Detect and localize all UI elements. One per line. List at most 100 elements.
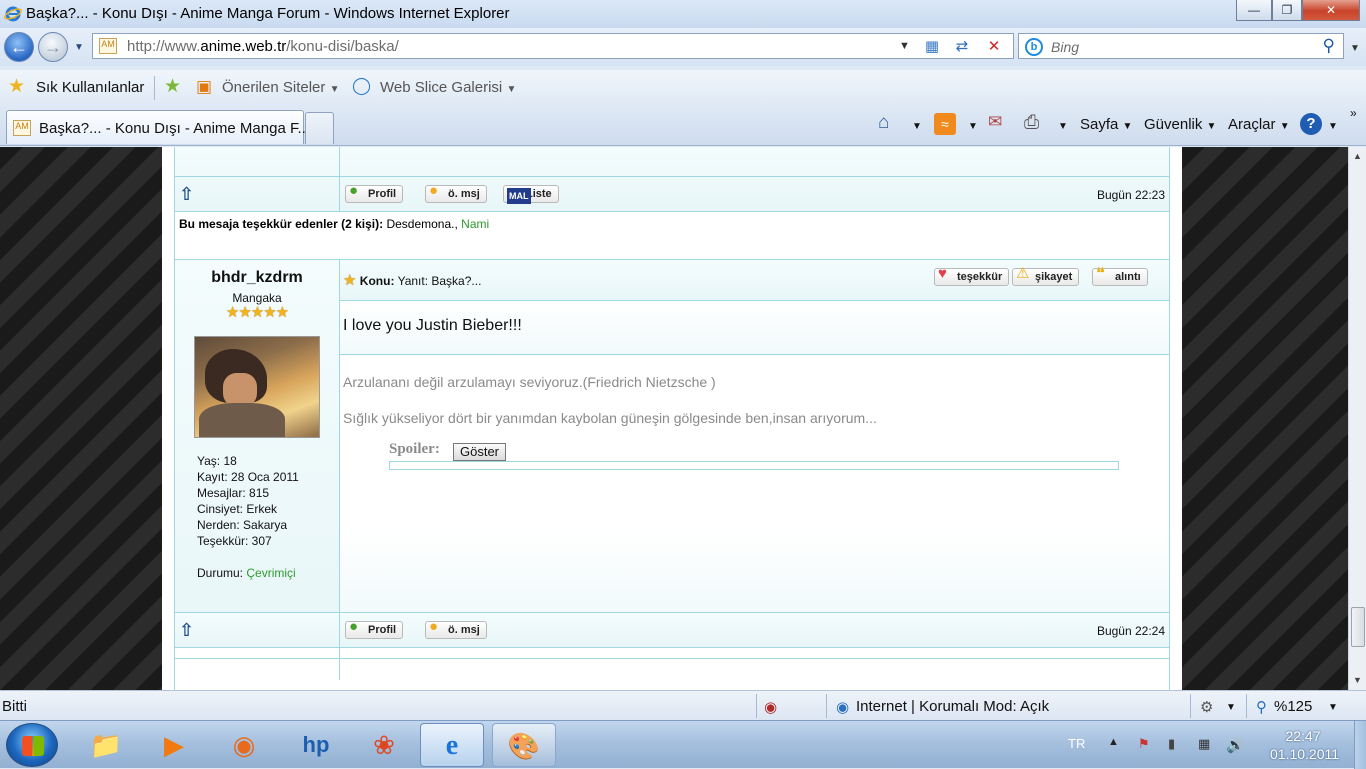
back-button[interactable]: ← (4, 32, 34, 62)
scroll-up-icon[interactable]: ▲ (1353, 151, 1362, 161)
scroll-down-icon[interactable]: ▼ (1353, 675, 1362, 685)
read-mail-icon[interactable]: ✉ (988, 112, 1002, 132)
compatibility-view-icon[interactable]: ▦ (919, 37, 945, 57)
page-content[interactable]: ⇧ ● Profil ● ö. msj MAL Liste Bugün 22:23 B… (0, 147, 1348, 690)
navigation-bar: ← → ▼ AM http://www.anime.web.tr/konu-di… (0, 28, 1366, 66)
scrollbar-thumb[interactable] (1351, 607, 1365, 647)
internet-explorer-taskbar-icon[interactable]: e (420, 723, 484, 767)
address-dropdown-icon[interactable]: ▼ (899, 40, 910, 52)
row-divider (340, 300, 1169, 301)
window-title-bar[interactable]: Başka?... - Konu Dışı - Anime Manga Foru… (0, 0, 1366, 28)
show-hidden-icons-icon[interactable]: ▲ (1108, 736, 1119, 748)
tools-menu[interactable]: Araçlar ▼ (1228, 116, 1290, 133)
address-bar[interactable]: AM http://www.anime.web.tr/konu-disi/bas… (92, 33, 1014, 59)
post-bhdr-kzdrm: bhdr_kzdrm Mangaka ★★★★★ Yaş: 18 Kayıt: … (174, 260, 1170, 690)
history-dropdown-icon[interactable]: ▼ (74, 42, 84, 53)
status-text: Bitti (2, 698, 28, 715)
volume-icon[interactable]: 🔊 (1226, 736, 1245, 754)
private-message-icon: ● (429, 618, 439, 635)
zoom-dropdown-icon[interactable]: ▼ (1328, 702, 1338, 713)
print-icon[interactable]: ⎙ (1024, 112, 1039, 134)
suggested-sites-icon: ▣ (196, 77, 213, 96)
tab-bar: AM Başka?... - Konu Dışı - Anime Manga F… (0, 106, 1366, 146)
language-indicator[interactable]: TR (1068, 736, 1085, 751)
feeds-dropdown-icon[interactable]: ▼ (968, 116, 978, 133)
new-tab-button[interactable] (305, 112, 334, 144)
column-divider (339, 613, 340, 647)
post-time: Bugün 22:23 (1096, 188, 1165, 202)
scroll-top-arrow-icon[interactable]: ⇧ (179, 184, 194, 205)
mal-icon: MAL (507, 188, 531, 204)
media-player-taskbar-icon[interactable]: ▶ (142, 723, 206, 767)
status-divider (1246, 694, 1247, 718)
profile-button[interactable]: ● Profil (345, 619, 404, 639)
protected-mode-dropdown-icon[interactable]: ▼ (1226, 702, 1236, 713)
quote-button[interactable]: ❝ alıntı (1092, 266, 1148, 286)
left-background (0, 147, 162, 690)
post-username[interactable]: bhdr_kzdrm (175, 269, 339, 287)
restore-button[interactable]: ❐ (1272, 0, 1302, 21)
tab-title: Başka?... - Konu Dışı - Anime Manga F... (39, 120, 310, 137)
zoom-level[interactable]: %125 (1274, 698, 1312, 715)
start-button[interactable] (6, 723, 58, 767)
minimize-button[interactable]: — (1236, 0, 1272, 21)
security-zone-text[interactable]: Internet | Korumalı Mod: Açık (856, 698, 1049, 715)
profile-icon: ● (349, 182, 359, 199)
more-commands-icon[interactable]: » (1350, 106, 1357, 120)
vertical-scrollbar[interactable]: ▲ ▼ (1348, 147, 1366, 690)
scroll-top-arrow-icon[interactable]: ⇧ (179, 620, 194, 641)
private-message-icon: ● (429, 182, 439, 199)
mal-list-button[interactable]: MAL Liste (503, 185, 559, 204)
search-options-dropdown-icon[interactable]: ▼ (1350, 43, 1360, 54)
firefox-taskbar-icon[interactable]: ◉ (212, 723, 276, 767)
help-icon[interactable]: ? (1300, 113, 1322, 135)
report-button[interactable]: ⚠ şikayet (1012, 266, 1080, 286)
print-dropdown-icon[interactable]: ▼ (1058, 116, 1068, 133)
profile-button[interactable]: ● Profil (345, 182, 404, 203)
private-message-button[interactable]: ● ö. msj (425, 182, 487, 203)
rss-feed-icon[interactable]: ≈ (934, 113, 956, 135)
address-url[interactable]: http://www.anime.web.tr/konu-disi/baska/ (127, 38, 399, 55)
search-box[interactable]: b Bing ⚲ (1018, 33, 1344, 59)
forum-page: ⇧ ● Profil ● ö. msj MAL Liste Bugün 22:23 B… (162, 147, 1182, 690)
zoom-icon[interactable]: ⚲ (1256, 698, 1267, 716)
post-footer-bg (175, 613, 1169, 647)
explorer-taskbar-icon[interactable]: 📁 (74, 723, 138, 767)
system-clock[interactable]: 22:47 01.10.2011 (1270, 727, 1339, 763)
add-to-favorites-icon[interactable]: ★ (164, 75, 181, 98)
forward-button[interactable]: → (38, 32, 68, 62)
search-icon[interactable]: ⚲ (1323, 36, 1335, 56)
safety-menu[interactable]: Güvenlik ▼ (1144, 116, 1216, 133)
action-center-icon[interactable]: ⚑ (1138, 736, 1150, 752)
row-divider (175, 176, 1169, 177)
private-message-button[interactable]: ● ö. msj (425, 618, 487, 639)
privacy-report-icon[interactable]: ◉ (764, 698, 777, 716)
user-info: Yaş: 18 Kayıt: 28 Oca 2011 Mesajlar: 815… (197, 453, 299, 581)
web-slice-gallery-link[interactable]: Web Slice Galerisi ▼ (380, 79, 516, 96)
home-icon[interactable]: ⌂ (878, 112, 889, 134)
thanks-user[interactable]: Desdemona., (386, 217, 457, 231)
hp-taskbar-icon[interactable]: hp (284, 723, 348, 767)
home-dropdown-icon[interactable]: ▼ (912, 116, 922, 133)
stop-icon[interactable]: ✕ (981, 37, 1007, 57)
thanks-user[interactable]: Nami (461, 217, 489, 231)
battery-icon[interactable]: ▮ (1168, 736, 1175, 752)
suggested-sites-link[interactable]: Önerilen Siteler ▼ (222, 79, 339, 96)
network-icon[interactable]: ▦ (1198, 736, 1210, 752)
protected-mode-icon[interactable]: ⚙ (1200, 698, 1213, 716)
post-time: Bugün 22:24 (1096, 624, 1165, 638)
thank-button[interactable]: ♥ teşekkür (934, 266, 1010, 286)
show-desktop-button[interactable] (1354, 721, 1366, 769)
favorites-button[interactable]: Sık Kullanılanlar (36, 79, 144, 96)
paint-taskbar-icon[interactable]: 🎨 (492, 723, 556, 767)
tab-active[interactable]: AM Başka?... - Konu Dışı - Anime Manga F… (6, 110, 310, 144)
user-avatar[interactable] (194, 336, 320, 438)
refresh-icon[interactable]: ⇄ (949, 37, 975, 57)
spoiler-show-button[interactable]: Göster (453, 443, 507, 461)
photo-app-taskbar-icon[interactable]: ❀ (352, 723, 416, 767)
close-window-button[interactable]: ✕ (1302, 0, 1360, 21)
help-dropdown-icon[interactable]: ▼ (1328, 116, 1338, 133)
user-posts: Mesajlar: 815 (197, 486, 270, 500)
page-menu[interactable]: Sayfa ▼ (1080, 116, 1132, 133)
avatar-face (223, 373, 257, 407)
